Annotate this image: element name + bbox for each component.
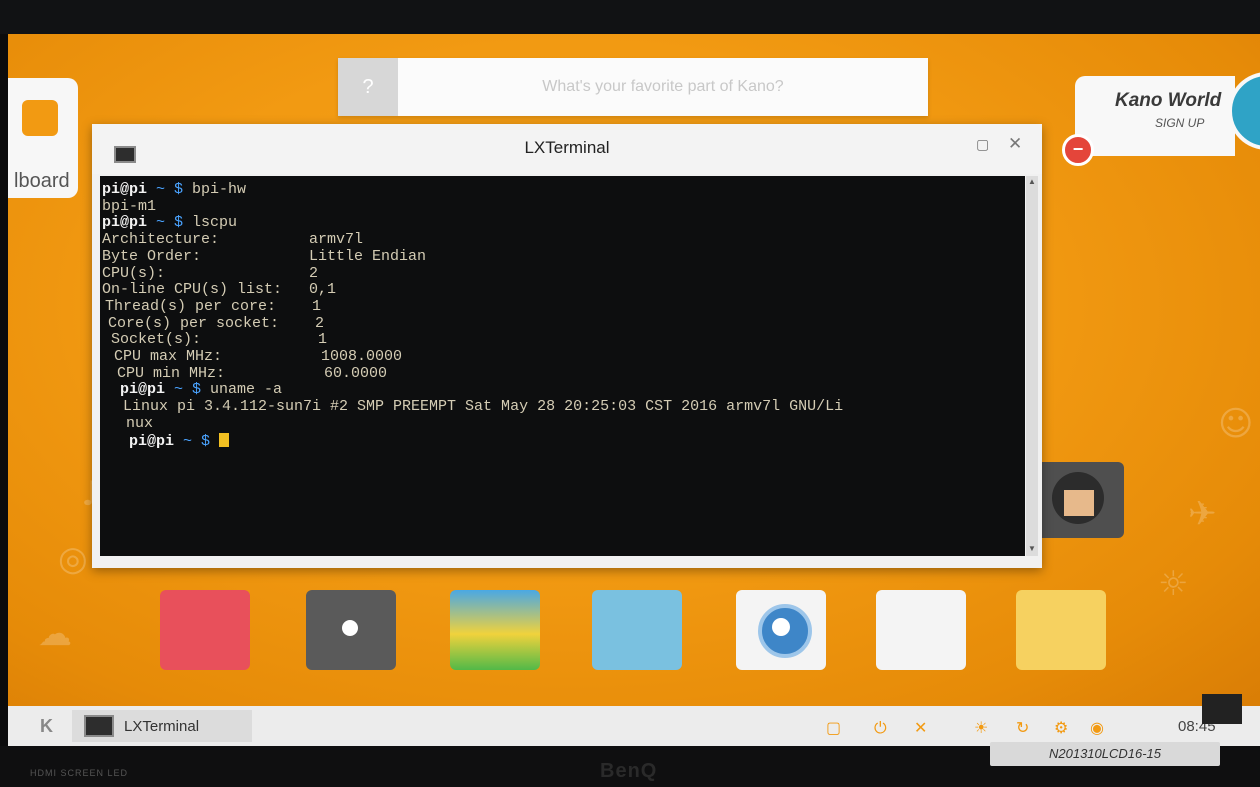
remove-icon[interactable]: − — [1062, 134, 1094, 166]
brightness-icon[interactable]: ☀ — [974, 718, 988, 737]
app-minecraft-icon[interactable] — [450, 590, 540, 670]
taskbar-window-button[interactable]: LXTerminal — [72, 710, 252, 742]
kano-world-title: Kano World — [1115, 90, 1222, 111]
prompt-path: ~ — [165, 381, 193, 399]
cloud-decoration-icon: ☁ — [38, 614, 72, 654]
dashboard-tile[interactable]: lboard — [8, 78, 78, 198]
taskbar-window-label: LXTerminal — [124, 717, 200, 735]
terminal-output-line: Byte Order: Little Endian — [102, 247, 427, 265]
app-pong-icon[interactable] — [306, 590, 396, 670]
close-icon[interactable]: ✕ — [1008, 134, 1022, 154]
prompt-symbol: $ — [192, 381, 211, 399]
app-music-icon[interactable] — [592, 590, 682, 670]
terminal-output-line: On-line CPU(s) list: 0,1 — [102, 281, 337, 299]
terminal-output-line: CPU(s): 2 — [102, 264, 319, 282]
prompt-path: ~ — [147, 181, 175, 198]
terminal-output[interactable]: pi@pi ~ $ bpi-hw bpi-m1 pi@pi ~ $ lscpu Arc… — [100, 176, 1025, 556]
terminal-output-line: Socket(s): 1 — [111, 331, 328, 349]
kano-world-card[interactable]: Kano World SIGN UP — [1075, 76, 1235, 156]
prompt-command: uname -a — [210, 381, 283, 399]
prompt-command: lscpu — [192, 214, 238, 232]
terminal-output-line: nux — [126, 414, 154, 432]
prompt-path: ~ — [147, 214, 175, 232]
terminal-output-line: Thread(s) per core: 1 — [105, 297, 322, 315]
terminal-output-line: Core(s) per socket: 2 — [108, 314, 325, 332]
prompt-symbol: $ — [174, 214, 193, 232]
avatar-tile[interactable] — [1030, 462, 1124, 538]
prompt-host: pi@pi — [129, 432, 175, 450]
refresh-icon[interactable]: ↻ — [1016, 718, 1029, 737]
question-bar[interactable]: ? What's your favorite part of Kano? — [338, 58, 928, 116]
terminal-output-line: CPU max MHz: 1008.0000 — [114, 348, 403, 365]
terminal-prompt-line: pi@pi ~ $ bpi-hw — [102, 182, 246, 198]
cpu-meter — [1202, 694, 1242, 724]
dashboard-label: lboard — [14, 170, 70, 192]
terminal-scrollbar[interactable] — [1026, 176, 1038, 556]
globe-decoration-icon: ◎ — [58, 539, 88, 579]
chromium-center-icon — [772, 618, 790, 636]
terminal-output-line: Architecture: armv7l — [102, 231, 364, 249]
terminal-output-line: bpi-m1 — [102, 197, 157, 215]
pong-ball-icon — [342, 620, 358, 636]
prompt-host: pi@pi — [102, 214, 148, 232]
app-settings-grid-icon[interactable] — [876, 590, 966, 670]
monitor-ports: HDMI SCREEN LED — [30, 768, 129, 778]
lxterminal-window[interactable]: LXTerminal ▢ ✕ pi@pi ~ $ bpi-hw bpi-m1 pi@… — [92, 124, 1042, 568]
kano-world-signup[interactable]: SIGN UP — [1155, 116, 1204, 130]
app-files-icon[interactable] — [1016, 590, 1106, 670]
terminal-cursor — [219, 432, 230, 447]
app-chromium-icon[interactable] — [736, 590, 826, 670]
prompt-host: pi@pi — [120, 381, 166, 399]
window-icon[interactable]: ▢ — [826, 718, 841, 737]
prompt-symbol: $ — [174, 181, 193, 198]
window-title: LXTerminal — [524, 138, 610, 157]
scroll-down-icon[interactable]: ▼ — [1028, 544, 1036, 553]
question-icon: ? — [338, 58, 398, 116]
terminal-prompt-line: pi@pi ~ $ lscpu — [102, 215, 237, 231]
window-titlebar[interactable]: LXTerminal ▢ ✕ — [92, 124, 1042, 174]
volume-icon[interactable]: ✕ — [914, 718, 927, 737]
monitor-model-label: N201310LCD16-15 — [990, 742, 1220, 766]
settings-icon[interactable]: ⚙ — [1054, 718, 1068, 737]
prompt-host: pi@pi — [102, 181, 148, 198]
wifi-icon[interactable]: ◉ — [1090, 718, 1104, 737]
plane-decoration-icon: ✈ — [1188, 494, 1217, 534]
terminal-prompt-line: pi@pi ~ $ — [129, 432, 230, 450]
scroll-up-icon[interactable]: ▲ — [1028, 177, 1036, 186]
sun-decoration-icon: ☼ — [1158, 564, 1189, 604]
maximize-icon[interactable]: ▢ — [976, 136, 989, 153]
terminal-output-line: Linux pi 3.4.112-sun7i #2 SMP PREEMPT Sa… — [123, 398, 844, 416]
terminal-prompt-line: pi@pi ~ $ uname -a — [120, 382, 282, 398]
avatar-face — [1064, 490, 1094, 516]
taskbar: K LXTerminal ▢ ⏻ ✕ ☀ ↻ ⚙ ◉ 08:45 — [8, 706, 1260, 746]
prompt-command: bpi-hw — [192, 181, 247, 198]
prompt-symbol: $ — [201, 432, 220, 450]
monitor-brand: BenQ — [600, 760, 658, 782]
question-placeholder: What's your favorite part of Kano? — [542, 78, 784, 95]
home-icon — [22, 100, 58, 136]
power-icon[interactable]: ⏻ — [874, 718, 887, 738]
smile-decoration-icon: ☺ — [1218, 404, 1254, 444]
terminal-output-line: CPU min MHz: 60.0000 — [117, 364, 388, 382]
prompt-path: ~ — [174, 432, 202, 450]
monitor-bezel-top — [0, 0, 1260, 34]
terminal-icon — [84, 715, 114, 737]
app-make-art-icon[interactable] — [160, 590, 250, 670]
kano-menu-button[interactable]: K — [40, 716, 53, 737]
